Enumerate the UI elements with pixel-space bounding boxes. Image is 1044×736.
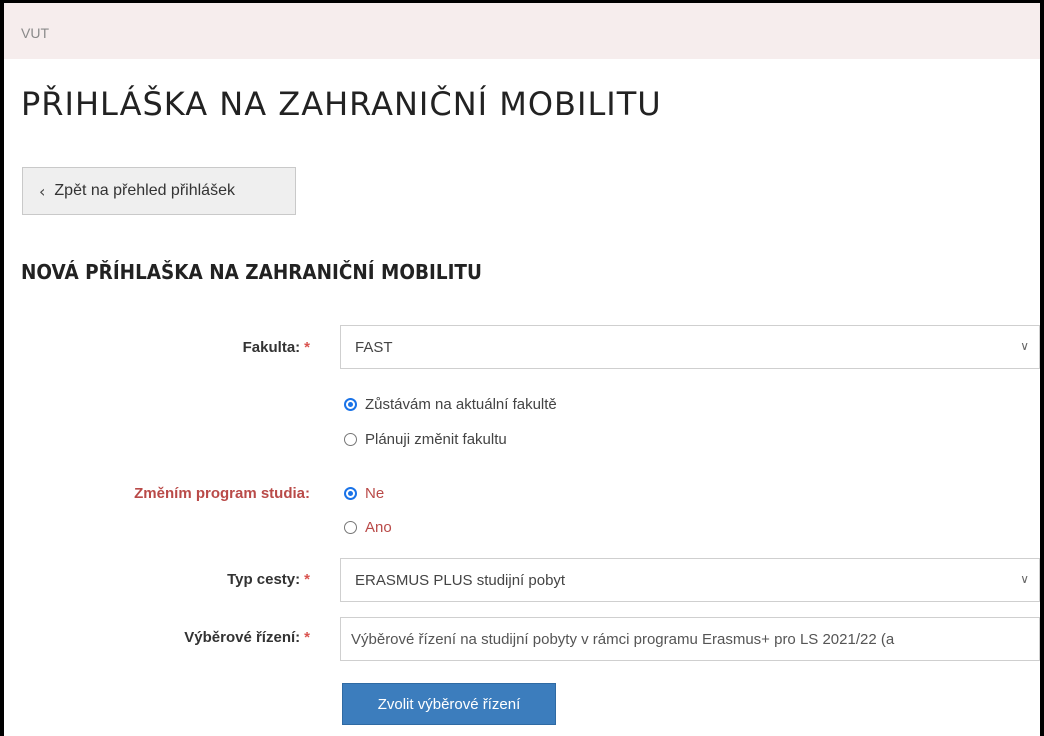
radio-unchecked-icon[interactable] — [344, 433, 357, 446]
chevron-down-icon: ∨ — [1020, 572, 1029, 586]
trip-type-label-text: Typ cesty: — [227, 571, 301, 588]
radio-program-yes-label: Ano — [365, 519, 392, 536]
back-to-overview-button[interactable]: ‹ Zpět na přehled přihlášek — [22, 167, 296, 215]
choose-selection-button[interactable]: Zvolit výběrové řízení — [342, 683, 556, 725]
selection-label: Výběrové řízení: * — [184, 629, 310, 646]
chevron-down-icon: ∨ — [1020, 339, 1029, 353]
radio-stay-faculty[interactable]: Zůstávám na aktuální fakultě — [344, 396, 557, 413]
faculty-select[interactable]: FAST ∨ — [340, 325, 1040, 369]
trip-type-label: Typ cesty: * — [227, 571, 310, 588]
selection-field-value: Výběrové řízení na studijní pobyty v rám… — [351, 630, 895, 648]
trip-type-select[interactable]: ERASMUS PLUS studijní pobyt ∨ — [340, 558, 1040, 602]
program-change-label: Změním program studia: — [134, 485, 310, 502]
top-bar-brand[interactable]: VUT — [21, 25, 49, 41]
radio-change-faculty[interactable]: Plánuji změnit fakultu — [344, 431, 507, 448]
radio-program-no[interactable]: Ne — [344, 485, 384, 502]
faculty-select-value: FAST — [355, 338, 393, 356]
app-frame: VUT PŘIHLÁŠKA NA ZAHRANIČNÍ MOBILITU ‹ Z… — [0, 0, 1044, 736]
radio-unchecked-icon[interactable] — [344, 521, 357, 534]
section-title: NOVÁ PŘÍHLAŠKA NA ZAHRANIČNÍ MOBILITU — [21, 260, 482, 284]
selection-label-text: Výběrové řízení: — [184, 629, 301, 646]
faculty-label: Fakulta: * — [243, 339, 310, 356]
program-change-label-text: Změním program studia: — [134, 485, 310, 502]
required-mark: * — [304, 629, 310, 646]
radio-change-faculty-label: Plánuji změnit fakultu — [365, 431, 507, 448]
page-title: PŘIHLÁŠKA NA ZAHRANIČNÍ MOBILITU — [21, 85, 662, 123]
radio-checked-icon[interactable] — [344, 398, 357, 411]
radio-stay-faculty-label: Zůstávám na aktuální fakultě — [365, 396, 557, 413]
trip-type-select-value: ERASMUS PLUS studijní pobyt — [355, 571, 566, 589]
required-mark: * — [304, 571, 310, 588]
top-bar: VUT — [4, 3, 1040, 59]
radio-program-no-label: Ne — [365, 485, 385, 502]
faculty-label-text: Fakulta: — [242, 339, 301, 356]
back-button-label: Zpět na přehled přihlášek — [54, 182, 235, 199]
radio-program-yes[interactable]: Ano — [344, 519, 392, 536]
radio-checked-icon[interactable] — [344, 487, 357, 500]
selection-field[interactable]: Výběrové řízení na studijní pobyty v rám… — [340, 617, 1040, 661]
chevron-left-icon: ‹ — [39, 181, 46, 201]
required-mark: * — [304, 339, 310, 356]
